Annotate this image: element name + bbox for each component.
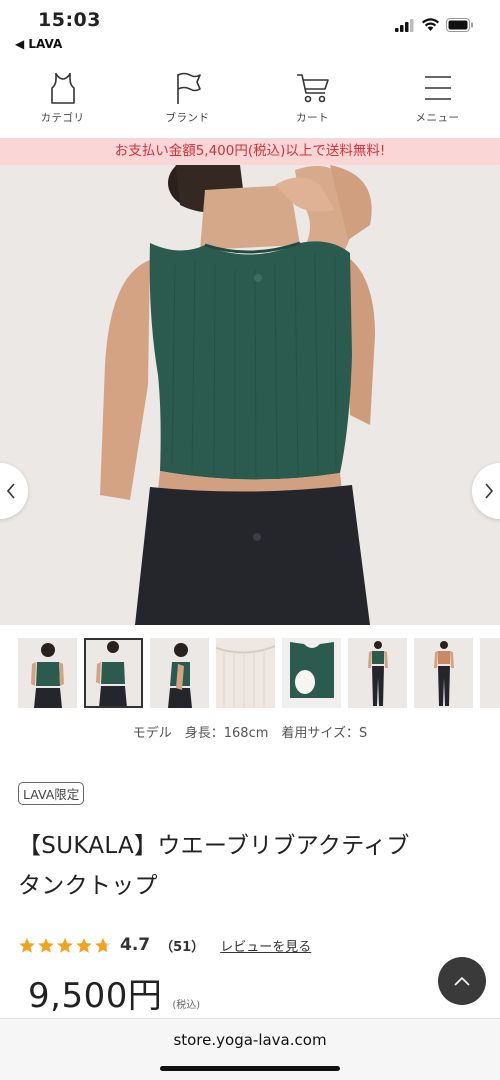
chevron-up-icon (454, 976, 470, 986)
star-icon (19, 937, 35, 953)
nav-label-menu: メニュー (415, 112, 460, 124)
thumbnail-inside-pad[interactable] (282, 638, 341, 708)
view-reviews-link[interactable]: レビューを見る (220, 936, 311, 955)
product-title: 【SUKALA】ウエーブリブアクティブ タンクトップ (18, 826, 488, 906)
nav-item-cart[interactable]: カート (250, 60, 375, 136)
product-main-image[interactable] (0, 165, 500, 625)
thumbnail-fabric-detail[interactable] (216, 638, 275, 708)
nav-label-category: カテゴリ (40, 112, 85, 124)
exclusive-badge: LAVA限定 (18, 782, 85, 805)
browser-url-bar: store.yoga-lava.com (0, 1018, 500, 1080)
url-text[interactable]: store.yoga-lava.com (0, 1031, 500, 1049)
cart-icon (296, 74, 329, 103)
rating-row: 4.7 （51） レビューを見る (18, 934, 311, 956)
tax-note: (税込) (172, 1000, 201, 1011)
model-photo (0, 165, 500, 625)
thumbnail-partial[interactable] (480, 638, 500, 708)
main-nav: カテゴリ ブランド カート メニュー (0, 60, 500, 136)
chevron-right-icon (485, 483, 494, 499)
thumbnail-full-body-front[interactable] (348, 638, 407, 708)
chevron-left-icon (6, 483, 15, 499)
scroll-to-top-button[interactable] (438, 957, 486, 1005)
star-icon (95, 937, 111, 953)
battery-icon (446, 18, 473, 32)
star-rating (18, 937, 112, 954)
thumbnail-strip (18, 638, 500, 710)
product-title-line-1: 【SUKALA】ウエーブリブアクティブ (18, 833, 410, 859)
product-title-line-2: タンクトップ (18, 873, 158, 899)
nav-item-brand[interactable]: ブランド (125, 60, 250, 136)
thumbnail-front[interactable] (18, 638, 77, 708)
status-bar: 15:03 ◀ LAVA (0, 0, 500, 58)
thumbnail-side[interactable] (150, 638, 209, 708)
star-icon (57, 937, 73, 953)
free-shipping-banner: お支払い金額5,400円(税込)以上で送料無料! (0, 138, 500, 165)
hamburger-menu-icon (424, 76, 451, 100)
star-icon (38, 937, 54, 953)
star-icon (76, 937, 92, 953)
status-icons (395, 18, 474, 32)
rating-value: 4.7 (120, 935, 151, 955)
review-count: （51） (160, 939, 205, 955)
signal-icon (395, 18, 414, 32)
nav-label-cart: カート (296, 112, 329, 124)
back-to-app-link[interactable]: ◀ LAVA (15, 37, 62, 51)
thumbnail-back[interactable] (84, 638, 143, 708)
flag-icon (176, 72, 201, 104)
wifi-icon (422, 18, 439, 31)
tank-top-icon (50, 73, 75, 104)
product-price: 9,500円 (28, 976, 163, 1016)
home-indicator (160, 1066, 340, 1071)
nav-label-brand: ブランド (165, 112, 210, 124)
nav-item-menu[interactable]: メニュー (375, 60, 500, 136)
status-time: 15:03 (38, 9, 101, 31)
thumbnail-full-body-back[interactable] (414, 638, 473, 708)
model-info: モデル 身長：168cm 着用サイズ：S (132, 726, 368, 741)
price-row: 9,500円 (税込) (28, 968, 200, 1017)
nav-item-category[interactable]: カテゴリ (0, 60, 125, 136)
